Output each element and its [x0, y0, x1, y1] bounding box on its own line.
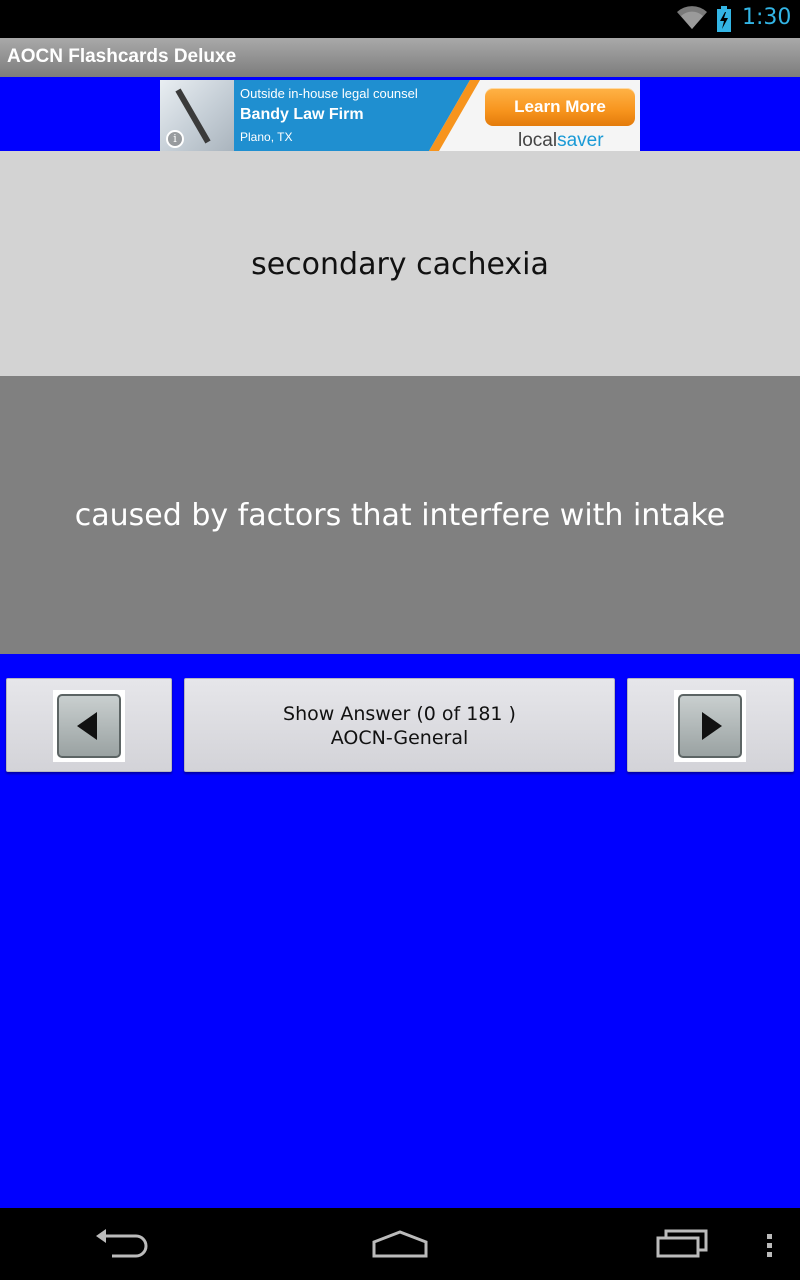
answer-text: caused by factors that interfere with in…	[74, 498, 726, 533]
ad-headline: Outside in-house legal counsel	[240, 86, 418, 101]
question-panel[interactable]: secondary cachexia	[0, 151, 800, 376]
back-icon[interactable]	[92, 1226, 148, 1262]
ad-brand-prefix: local	[518, 130, 558, 151]
battery-charging-icon	[717, 6, 731, 32]
previous-arrow-icon	[77, 712, 97, 740]
show-answer-button[interactable]: Show Answer (0 of 181 ) AOCN-General	[184, 678, 615, 772]
next-card-button[interactable]	[627, 678, 794, 772]
previous-card-button[interactable]	[6, 678, 172, 772]
next-button-frame	[674, 690, 746, 762]
ad-brand-logo: localsaver	[518, 130, 604, 151]
ad-banner[interactable]: i Outside in-house legal counsel Bandy L…	[160, 80, 640, 151]
previous-button-frame	[53, 690, 125, 762]
clock: 1:30	[742, 5, 792, 30]
info-icon[interactable]: i	[166, 130, 184, 148]
title-bar: AOCN Flashcards Deluxe	[0, 38, 800, 77]
next-arrow-icon	[702, 712, 722, 740]
learn-more-button[interactable]: Learn More	[485, 88, 635, 126]
ad-image: i	[160, 80, 234, 151]
ad-location: Plano, TX	[240, 130, 293, 144]
home-icon[interactable]	[370, 1226, 430, 1262]
status-bar: 1:30	[0, 0, 800, 38]
show-answer-label: Show Answer (0 of 181 )	[283, 703, 516, 725]
question-text: secondary cachexia	[251, 247, 549, 282]
answer-panel[interactable]: caused by factors that interfere with in…	[0, 376, 800, 654]
app-title: AOCN Flashcards Deluxe	[7, 46, 237, 67]
ad-brand-suffix: saver	[557, 130, 604, 151]
next-button-face	[678, 694, 742, 758]
menu-overflow-icon[interactable]	[762, 1226, 778, 1262]
deck-name: AOCN-General	[330, 727, 469, 749]
wifi-icon	[677, 6, 707, 30]
recent-apps-icon[interactable]	[654, 1226, 710, 1262]
previous-button-face	[57, 694, 121, 758]
system-nav-bar	[0, 1208, 800, 1280]
ad-firm-name: Bandy Law Firm	[240, 106, 364, 123]
